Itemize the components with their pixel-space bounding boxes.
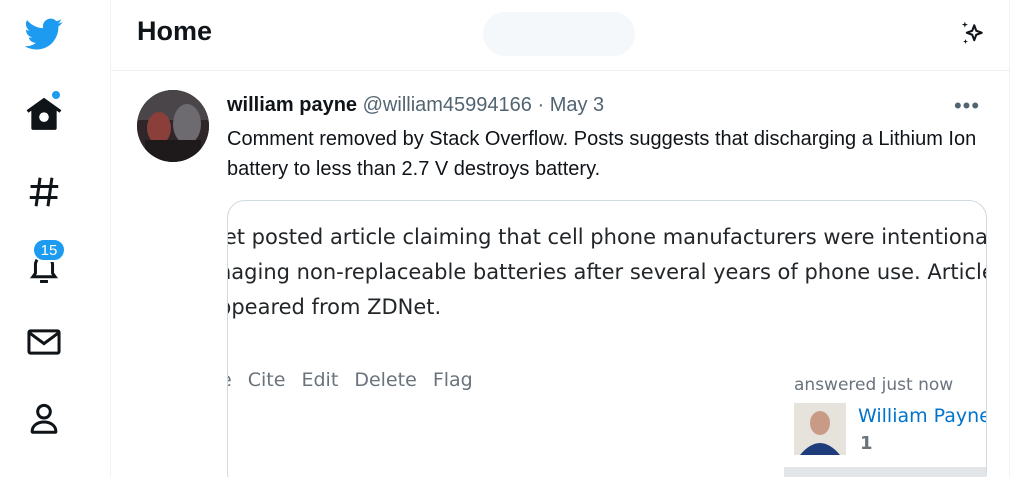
- timeline-column: Home william payne @william45994166 · Ma…: [110, 0, 1011, 477]
- nav-profile[interactable]: [20, 394, 68, 442]
- delete-link: Delete: [354, 369, 417, 391]
- post-action-links: e Cite Edit Delete Flag: [228, 369, 483, 391]
- answerer-reputation: 1: [860, 433, 873, 454]
- side-navigation: 15: [0, 0, 88, 477]
- home-icon: [26, 97, 62, 130]
- twitter-bird-icon: [25, 18, 63, 50]
- nav-messages[interactable]: [20, 318, 68, 366]
- author-name[interactable]: william payne: [227, 94, 357, 116]
- tweet[interactable]: william payne @william45994166 · May 3 •…: [111, 72, 1011, 477]
- edit-link: Edit: [301, 369, 339, 391]
- author-avatar[interactable]: [137, 90, 209, 162]
- tweet-meta: william payne @william45994166 · May 3: [227, 94, 604, 117]
- share-link-fragment: e: [228, 369, 232, 391]
- nav-home[interactable]: [20, 90, 68, 138]
- user-card-bar: [784, 467, 986, 477]
- screenshot-text-line: naging non-replaceable batteries after s…: [227, 260, 987, 284]
- tweet-media-screenshot[interactable]: let posted article claiming that cell ph…: [227, 200, 987, 477]
- screenshot-text-line: ppeared from ZDNet.: [227, 295, 442, 319]
- explore-hashtag-icon: [29, 177, 59, 207]
- home-new-dot: [51, 90, 61, 100]
- messages-envelope-icon: [27, 329, 61, 355]
- cite-link: Cite: [247, 369, 286, 391]
- answerer-avatar: [794, 403, 846, 455]
- twitter-logo-button[interactable]: [20, 10, 68, 58]
- answered-time: answered just now: [794, 375, 954, 395]
- profile-person-icon: [30, 403, 58, 434]
- nav-explore[interactable]: [20, 168, 68, 216]
- meta-separator: ·: [537, 94, 545, 116]
- screenshot-text-line: let posted article claiming that cell ph…: [227, 225, 987, 249]
- sparkle-icon: [961, 21, 983, 44]
- author-handle[interactable]: @william45994166: [363, 94, 532, 116]
- author-avatar-image: [137, 90, 209, 162]
- answerer-avatar-image: [794, 403, 846, 455]
- new-tweets-pill[interactable]: [483, 12, 635, 56]
- stackoverflow-screenshot: let posted article claiming that cell ph…: [227, 201, 987, 477]
- notifications-badge: 15: [32, 238, 66, 262]
- nav-notifications[interactable]: 15: [20, 238, 68, 292]
- page-title: Home: [137, 16, 213, 46]
- timeline-header: Home: [111, 0, 1011, 71]
- tweet-text: Comment removed by Stack Overflow. Posts…: [227, 128, 977, 180]
- answerer-name: William Payne: [858, 405, 987, 427]
- tweet-date[interactable]: May 3: [550, 94, 604, 116]
- flag-link: Flag: [432, 369, 473, 391]
- top-tweets-button[interactable]: [955, 16, 991, 52]
- more-options-button[interactable]: •••: [949, 92, 985, 120]
